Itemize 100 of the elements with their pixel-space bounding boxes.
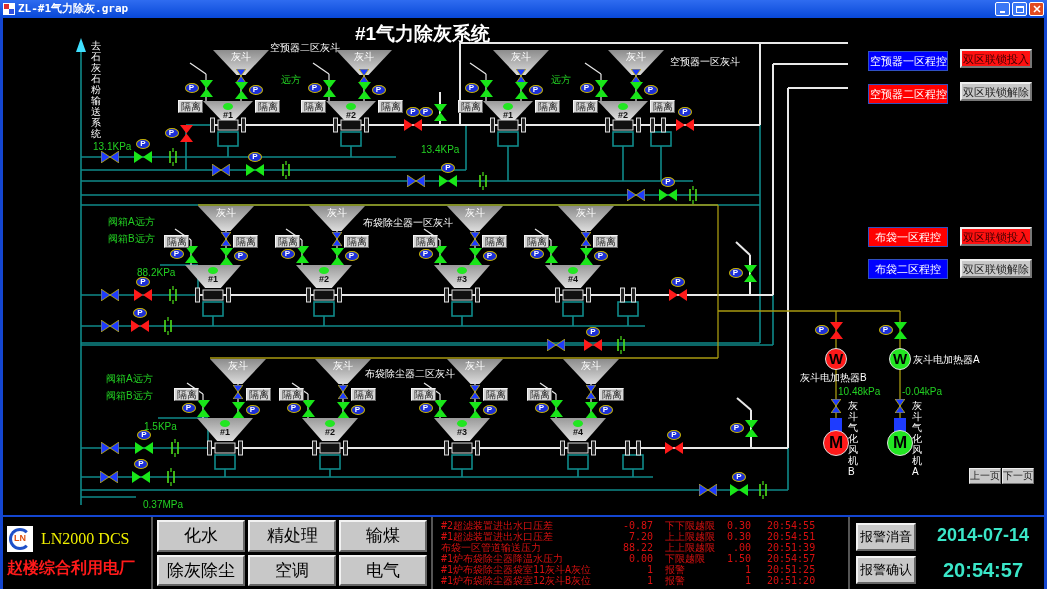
- valve-icon[interactable]: [730, 484, 748, 496]
- valve-icon[interactable]: [132, 471, 150, 483]
- valve-icon[interactable]: [233, 385, 243, 399]
- valve-icon[interactable]: [101, 442, 119, 454]
- valve-icon[interactable]: [101, 151, 119, 163]
- valve-icon[interactable]: [134, 151, 152, 163]
- valve-icon[interactable]: [357, 81, 371, 99]
- minimize-button[interactable]: [995, 2, 1010, 16]
- valve-icon[interactable]: [893, 321, 907, 339]
- valve-icon[interactable]: [659, 189, 677, 201]
- isolate-button[interactable]: 隔离: [344, 235, 369, 248]
- valve-icon[interactable]: [581, 232, 591, 246]
- isolate-button[interactable]: 隔离: [482, 235, 507, 248]
- valve-icon[interactable]: [433, 103, 447, 121]
- valve-icon[interactable]: [544, 245, 558, 263]
- isolate-button[interactable]: 隔离: [413, 235, 438, 248]
- valve-icon[interactable]: [135, 442, 153, 454]
- valve-icon[interactable]: [231, 401, 245, 419]
- valve-icon[interactable]: [470, 385, 480, 399]
- page-button[interactable]: 下一页: [1002, 468, 1034, 484]
- isolate-button[interactable]: 隔离: [593, 235, 618, 248]
- valve-icon[interactable]: [627, 189, 645, 201]
- alarm-button[interactable]: 报警消音: [856, 522, 916, 551]
- valve-icon[interactable]: [743, 264, 757, 282]
- isolate-button[interactable]: 隔离: [301, 100, 326, 113]
- valve-icon[interactable]: [439, 175, 457, 187]
- valve-icon[interactable]: [221, 232, 231, 246]
- valve-icon[interactable]: [199, 79, 213, 97]
- valve-icon[interactable]: [295, 245, 309, 263]
- page-button[interactable]: 上一页: [969, 468, 1001, 484]
- valve-icon[interactable]: [831, 399, 841, 413]
- valve-icon[interactable]: [468, 247, 482, 265]
- nav-button[interactable]: 空调: [248, 554, 336, 586]
- program-control-button[interactable]: 布袋二区程控: [868, 259, 948, 279]
- valve-icon[interactable]: [479, 79, 493, 97]
- isolate-button[interactable]: 隔离: [233, 235, 258, 248]
- valve-icon[interactable]: [470, 232, 480, 246]
- valve-icon[interactable]: [100, 471, 118, 483]
- valve-icon[interactable]: [219, 247, 233, 265]
- valve-icon[interactable]: [631, 69, 641, 83]
- valve-icon[interactable]: [246, 164, 264, 176]
- program-control-button[interactable]: 空预器一区程控: [868, 51, 948, 71]
- isolate-button[interactable]: 隔离: [411, 388, 436, 401]
- valve-icon[interactable]: [236, 69, 246, 83]
- isolate-button[interactable]: 隔离: [246, 388, 271, 401]
- valve-icon[interactable]: [359, 69, 369, 83]
- valve-icon[interactable]: [212, 164, 230, 176]
- valve-icon[interactable]: [336, 401, 350, 419]
- isolate-button[interactable]: 隔离: [378, 100, 403, 113]
- valve-icon[interactable]: [547, 339, 565, 351]
- isolate-button[interactable]: 隔离: [650, 100, 675, 113]
- isolate-button[interactable]: 隔离: [351, 388, 376, 401]
- valve-icon[interactable]: [586, 385, 596, 399]
- valve-icon[interactable]: [579, 247, 593, 265]
- valve-icon[interactable]: [514, 81, 528, 99]
- valve-icon[interactable]: [301, 399, 315, 417]
- valve-icon[interactable]: [468, 401, 482, 419]
- valve-icon[interactable]: [332, 232, 342, 246]
- isolate-button[interactable]: 隔离: [275, 235, 300, 248]
- interlock-button[interactable]: 双区联锁投入: [960, 227, 1032, 246]
- valve-icon[interactable]: [338, 385, 348, 399]
- interlock-button[interactable]: 双区联锁投入: [960, 49, 1032, 68]
- isolate-button[interactable]: 隔离: [458, 100, 483, 113]
- alarm-button[interactable]: 报警确认: [856, 555, 916, 584]
- valve-icon[interactable]: [234, 81, 248, 99]
- valve-icon[interactable]: [584, 401, 598, 419]
- valve-icon[interactable]: [330, 247, 344, 265]
- isolate-button[interactable]: 隔离: [527, 388, 552, 401]
- valve-icon[interactable]: [516, 69, 526, 83]
- valve-icon[interactable]: [549, 399, 563, 417]
- valve-icon[interactable]: [101, 289, 119, 301]
- valve-icon[interactable]: [101, 320, 119, 332]
- valve-icon[interactable]: [744, 419, 758, 437]
- valve-icon[interactable]: [433, 245, 447, 263]
- valve-icon[interactable]: [594, 79, 608, 97]
- isolate-button[interactable]: 隔离: [178, 100, 203, 113]
- nav-button[interactable]: 输煤: [339, 520, 427, 552]
- interlock-button[interactable]: 双区联锁解除: [960, 82, 1032, 101]
- isolate-button[interactable]: 隔离: [535, 100, 560, 113]
- valve-icon[interactable]: [433, 399, 447, 417]
- isolate-button[interactable]: 隔离: [483, 388, 508, 401]
- isolate-button[interactable]: 隔离: [599, 388, 624, 401]
- nav-button[interactable]: 电气: [339, 554, 427, 586]
- nav-button[interactable]: 精处理: [248, 520, 336, 552]
- isolate-button[interactable]: 隔离: [255, 100, 280, 113]
- valve-icon[interactable]: [322, 79, 336, 97]
- isolate-button[interactable]: 隔离: [174, 388, 199, 401]
- program-control-button[interactable]: 布袋一区程控: [868, 227, 948, 247]
- maximize-button[interactable]: [1012, 2, 1027, 16]
- isolate-button[interactable]: 隔离: [279, 388, 304, 401]
- valve-icon[interactable]: [196, 399, 210, 417]
- valve-icon[interactable]: [184, 245, 198, 263]
- isolate-button[interactable]: 隔离: [164, 235, 189, 248]
- interlock-button[interactable]: 双区联锁解除: [960, 259, 1032, 278]
- program-control-button[interactable]: 空预器二区程控: [868, 84, 948, 104]
- close-button[interactable]: [1029, 2, 1044, 16]
- nav-button[interactable]: 除灰除尘: [157, 554, 245, 586]
- valve-icon[interactable]: [699, 484, 717, 496]
- valve-icon[interactable]: [629, 81, 643, 99]
- valve-icon[interactable]: [895, 399, 905, 413]
